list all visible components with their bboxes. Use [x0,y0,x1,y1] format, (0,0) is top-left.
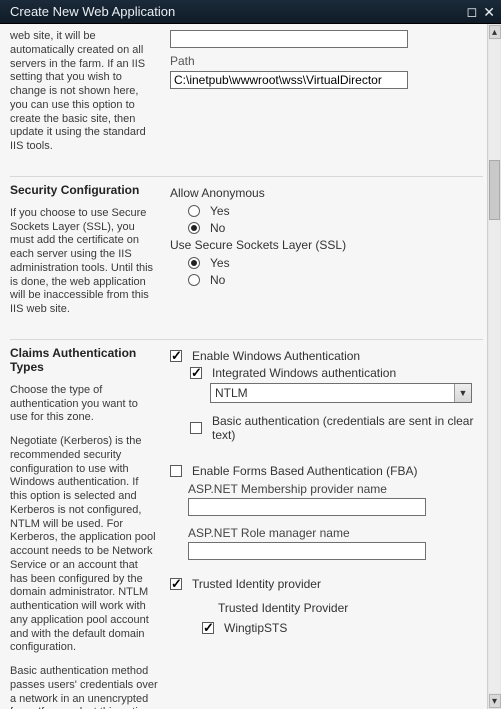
role-manager-label: ASP.NET Role manager name [188,526,483,540]
allow-anonymous-label: Allow Anonymous [170,186,483,200]
iis-description: web site, it will be automatically creat… [10,30,158,154]
claims-p3: Basic authentication method passes users… [10,665,158,709]
basic-auth-checkbox[interactable]: Basic authentication (credentials are se… [190,414,483,442]
role-manager-input[interactable] [188,542,426,560]
security-heading: Security Configuration [10,183,158,197]
claims-heading: Claims Authentication Types [10,346,158,374]
checkbox-icon [190,367,202,379]
trusted-identity-list: Trusted Identity Provider WingtipSTS [190,597,483,637]
section-claims: Claims Authentication Types Choose the t… [10,339,483,709]
radio-icon [188,222,200,234]
enable-windows-auth-checkbox[interactable]: Enable Windows Authentication [170,349,483,363]
checkbox-label: Enable Windows Authentication [192,349,360,363]
radio-icon [188,257,200,269]
membership-provider-input[interactable] [188,498,426,516]
use-ssl-label: Use Secure Sockets Layer (SSL) [170,238,483,252]
radio-icon [188,274,200,286]
scroll-down-icon[interactable]: ▾ [489,694,501,708]
scroll-up-icon[interactable]: ▴ [489,25,501,39]
option-label: Yes [210,256,230,270]
option-label: No [210,221,225,235]
maximize-icon[interactable]: ◻ [466,5,477,18]
checkbox-icon [190,422,202,434]
dialog-content: web site, it will be automatically creat… [0,24,487,709]
trusted-identity-name: WingtipSTS [224,621,287,635]
allow-anon-no-option[interactable]: No [188,221,483,235]
close-icon[interactable]: ✕ [483,5,495,19]
enable-fba-checkbox[interactable]: Enable Forms Based Authentication (FBA) [170,464,483,478]
checkbox-icon [170,350,182,362]
use-ssl-no-option[interactable]: No [188,273,483,287]
window-buttons: ◻ ✕ [466,5,495,19]
claims-p1: Choose the type of authentication you wa… [10,384,158,425]
trusted-identity-item[interactable]: WingtipSTS [190,619,483,637]
path-label: Path [170,54,483,68]
integrated-windows-checkbox[interactable]: Integrated Windows authentication [190,366,483,380]
port-or-host-input[interactable] [170,30,408,48]
path-input[interactable] [170,71,408,89]
vertical-scrollbar[interactable]: ▴ ▾ [487,24,501,709]
option-label: Yes [210,204,230,218]
section-iis: web site, it will be automatically creat… [10,30,483,176]
scroll-track[interactable] [489,40,500,693]
checkbox-label: Integrated Windows authentication [212,366,396,380]
trusted-identity-header: Trusted Identity Provider [190,597,483,619]
checkbox-label: Enable Forms Based Authentication (FBA) [192,464,417,478]
option-label: No [210,273,225,287]
select-value: NTLM [215,386,248,400]
scroll-thumb[interactable] [489,160,500,220]
checkbox-icon [170,578,182,590]
checkbox-icon [170,465,182,477]
use-ssl-yes-option[interactable]: Yes [188,256,483,270]
trusted-identity-checkbox[interactable]: Trusted Identity provider [170,577,483,591]
allow-anon-yes-option[interactable]: Yes [188,204,483,218]
dialog-title: Create New Web Application [10,4,175,19]
section-security: Security Configuration If you choose to … [10,176,483,339]
chevron-down-icon: ▼ [454,384,471,402]
radio-icon [188,205,200,217]
auth-scheme-select[interactable]: NTLM ▼ [210,383,472,403]
security-description: If you choose to use Secure Sockets Laye… [10,207,158,317]
claims-p2: Negotiate (Kerberos) is the recommended … [10,435,158,655]
checkbox-label: Trusted Identity provider [192,577,321,591]
checkbox-label: Basic authentication (credentials are se… [212,414,483,442]
membership-provider-label: ASP.NET Membership provider name [188,482,483,496]
dialog-titlebar: Create New Web Application ◻ ✕ [0,0,501,24]
checkbox-icon [202,622,214,634]
